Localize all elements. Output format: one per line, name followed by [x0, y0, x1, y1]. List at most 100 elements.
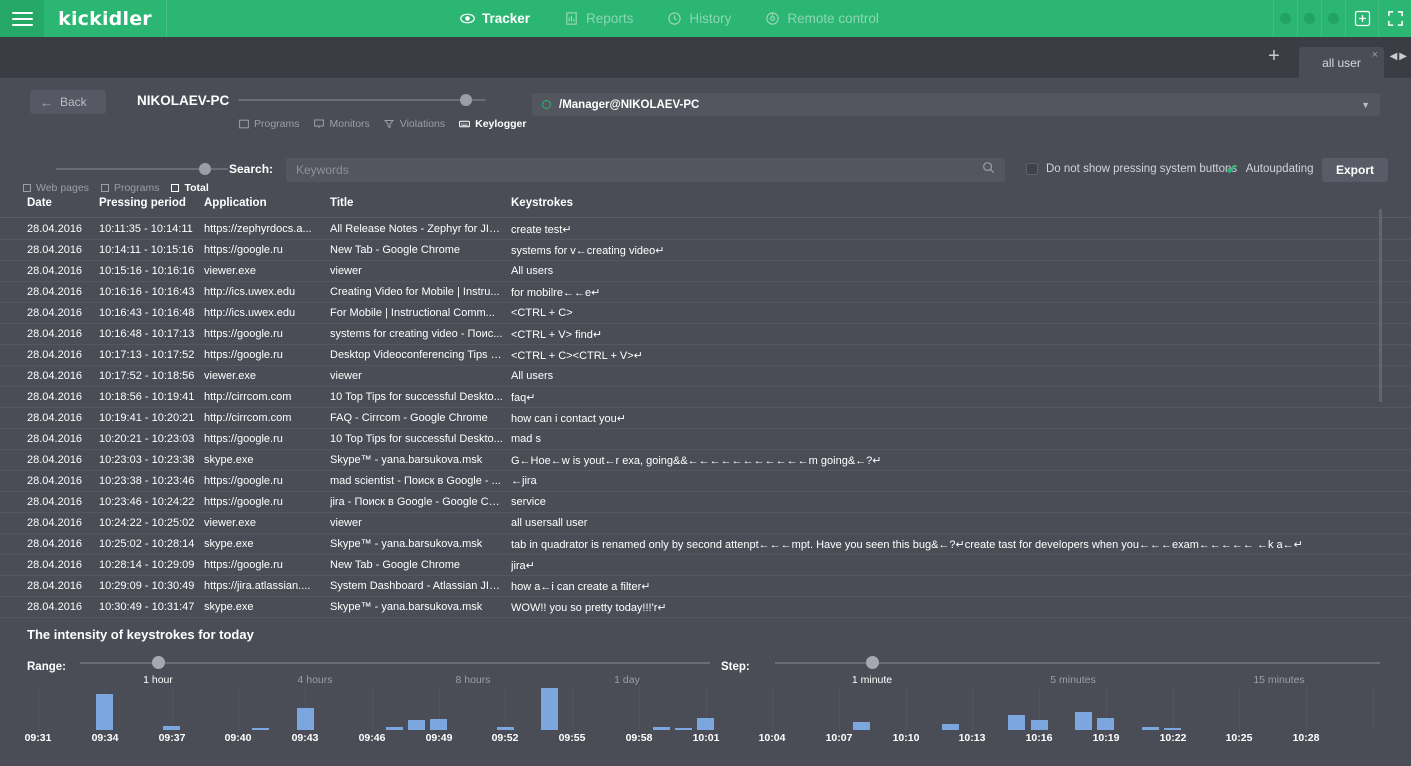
table-row[interactable]: 28.04.2016 10:16:43 - 10:16:48 http://ics.…: [0, 303, 1411, 324]
step-option-1[interactable]: 5 minutes: [1050, 674, 1096, 686]
nav-tab-remote-control[interactable]: Remote control: [765, 0, 879, 37]
range-option-1[interactable]: 4 hours: [297, 674, 332, 686]
range-slider-knob[interactable]: [152, 656, 165, 669]
nav-tab-tracker[interactable]: Tracker: [460, 0, 530, 37]
range-slider[interactable]: 1 hour 4 hours 8 hours 1 day: [80, 656, 710, 686]
chart-bar[interactable]: [653, 727, 670, 730]
table-row[interactable]: 28.04.2016 10:29:09 - 10:30:49 https://jir…: [0, 576, 1411, 597]
chart-bar[interactable]: [497, 727, 514, 730]
column-header-application[interactable]: Application: [204, 197, 322, 209]
cell-pressing-period: 10:16:16 - 10:16:43: [99, 286, 195, 298]
table-row[interactable]: 28.04.2016 10:25:02 - 10:28:14 skype.exe Sk…: [0, 534, 1411, 555]
funnel-icon: [384, 119, 395, 130]
table-row[interactable]: 28.04.2016 10:18:56 - 10:19:41 http://cirr…: [0, 387, 1411, 408]
content-type-slider-knob[interactable]: [199, 163, 211, 175]
column-header-title[interactable]: Title: [330, 197, 504, 209]
chart-bar[interactable]: [541, 688, 558, 730]
status-dot-1[interactable]: [1273, 0, 1297, 37]
content-type-programs[interactable]: Programs: [100, 182, 159, 194]
range-option-3[interactable]: 1 day: [614, 674, 640, 686]
content-type-total[interactable]: Total: [171, 182, 209, 194]
nav-tab-history[interactable]: History: [667, 0, 731, 37]
chart-bar[interactable]: [697, 718, 714, 730]
chart-bar[interactable]: [1142, 727, 1159, 730]
table-row[interactable]: 28.04.2016 10:23:38 - 10:23:46 https://goo…: [0, 471, 1411, 492]
chart-bar[interactable]: [1097, 718, 1114, 730]
chart-bar[interactable]: [853, 722, 870, 730]
cell-application: https://google.ru: [204, 244, 283, 256]
table-row[interactable]: 28.04.2016 10:23:03 - 10:23:38 skype.exe Sk…: [0, 450, 1411, 471]
table-row[interactable]: 28.04.2016 10:24:22 - 10:25:02 viewer.exe v…: [0, 513, 1411, 534]
step-slider-knob[interactable]: [866, 656, 879, 669]
chart-bar[interactable]: [408, 720, 425, 730]
table-row[interactable]: 28.04.2016 10:17:52 - 10:18:56 viewer.exe v…: [0, 366, 1411, 387]
table-row[interactable]: 28.04.2016 10:20:21 - 10:23:03 https://goo…: [0, 429, 1411, 450]
step-option-2[interactable]: 15 minutes: [1253, 674, 1304, 686]
table-vertical-scrollbar[interactable]: [1379, 209, 1382, 402]
range-option-2[interactable]: 8 hours: [455, 674, 490, 686]
table-row[interactable]: 28.04.2016 10:30:49 - 10:31:47 skype.exe Sk…: [0, 597, 1411, 618]
table-row[interactable]: 28.04.2016 10:15:16 - 10:16:16 viewer.exe v…: [0, 261, 1411, 282]
workspace-tab-all-user[interactable]: all user ×: [1299, 47, 1384, 78]
view-mode-violations[interactable]: Violations: [384, 118, 445, 130]
chart-bar[interactable]: [163, 726, 180, 730]
search-input[interactable]: [296, 163, 982, 177]
cell-title: Creating Video for Mobile | Instru...: [330, 286, 500, 298]
chart-bar[interactable]: [1164, 728, 1181, 730]
table-row[interactable]: 28.04.2016 10:28:14 - 10:29:09 https://goo…: [0, 555, 1411, 576]
table-row[interactable]: 28.04.2016 10:14:11 - 10:15:16 https://goo…: [0, 240, 1411, 261]
chart-bar[interactable]: [386, 727, 403, 730]
back-button[interactable]: ← Back: [30, 90, 106, 114]
status-dot-3[interactable]: [1321, 0, 1345, 37]
close-icon[interactable]: ×: [1372, 49, 1378, 61]
checkbox-box[interactable]: [1026, 163, 1038, 175]
fullscreen-icon[interactable]: [1378, 0, 1411, 37]
status-dot-2[interactable]: [1297, 0, 1321, 37]
table-row[interactable]: 28.04.2016 10:17:13 - 10:17:52 https://goo…: [0, 345, 1411, 366]
content-type-slider[interactable]: Web pages Programs Total: [23, 160, 228, 194]
range-option-0[interactable]: 1 hour: [143, 674, 173, 686]
table-row[interactable]: 28.04.2016 10:16:16 - 10:16:43 http://ics.…: [0, 282, 1411, 303]
content-type-web-pages[interactable]: Web pages: [23, 182, 89, 194]
range-slider-track[interactable]: [80, 662, 710, 664]
step-option-0[interactable]: 1 minute: [852, 674, 892, 686]
table-row[interactable]: 28.04.2016 10:19:41 - 10:20:21 http://cirr…: [0, 408, 1411, 429]
chart-bar[interactable]: [1031, 720, 1048, 730]
chart-bar[interactable]: [252, 728, 269, 730]
check-icon[interactable]: ✔: [1226, 162, 1238, 176]
chevron-right-icon[interactable]: ▶: [1399, 51, 1407, 62]
employee-selector-dropdown[interactable]: /Manager@NIKOLAEV-PC ▼: [532, 93, 1380, 116]
chart-bar[interactable]: [675, 728, 692, 730]
hamburger-menu-icon[interactable]: [0, 0, 44, 37]
hide-system-buttons-checkbox[interactable]: Do not show pressing system buttons: [1026, 163, 1237, 175]
tab-scroll-controls[interactable]: ◀ ▶: [1390, 51, 1407, 62]
view-mode-monitors[interactable]: Monitors: [314, 118, 370, 130]
table-row[interactable]: 28.04.2016 10:23:46 - 10:24:22 https://goo…: [0, 492, 1411, 513]
step-slider[interactable]: 1 minute 5 minutes 15 minutes: [775, 656, 1380, 686]
column-header-date[interactable]: Date: [27, 197, 95, 209]
view-mode-slider-knob[interactable]: [460, 94, 472, 106]
view-mode-programs[interactable]: Programs: [238, 118, 300, 130]
table-row[interactable]: 28.04.2016 10:16:48 - 10:17:13 https://goo…: [0, 324, 1411, 345]
chart-bar[interactable]: [430, 719, 447, 730]
add-panel-icon[interactable]: [1345, 0, 1378, 37]
view-mode-slider-track[interactable]: [238, 99, 486, 101]
export-button[interactable]: Export: [1322, 158, 1388, 182]
autoupdating-checkbox[interactable]: ✔ Autoupdating: [1226, 162, 1314, 176]
chevron-left-icon[interactable]: ◀: [1390, 51, 1398, 62]
chart-bar[interactable]: [1075, 712, 1092, 730]
view-mode-slider[interactable]: Programs Monitors Violations Keylogger: [238, 92, 526, 130]
magnifier-icon[interactable]: [982, 161, 995, 179]
chart-bar[interactable]: [297, 708, 314, 730]
table-row[interactable]: 28.04.2016 10:11:35 - 10:14:11 https://zep…: [0, 219, 1411, 240]
column-header-keystrokes[interactable]: Keystrokes: [511, 197, 1371, 209]
column-header-period[interactable]: Pressing period: [99, 197, 219, 209]
chart-bar[interactable]: [1008, 715, 1025, 730]
chart-bar[interactable]: [96, 694, 113, 730]
add-tab-button[interactable]: +: [1262, 45, 1286, 69]
view-mode-keylogger[interactable]: Keylogger: [459, 118, 526, 130]
nav-tab-reports[interactable]: Reports: [564, 0, 633, 37]
chevron-down-icon[interactable]: ▼: [1361, 100, 1370, 110]
chart-bar[interactable]: [942, 724, 959, 730]
search-box[interactable]: [286, 158, 1005, 182]
